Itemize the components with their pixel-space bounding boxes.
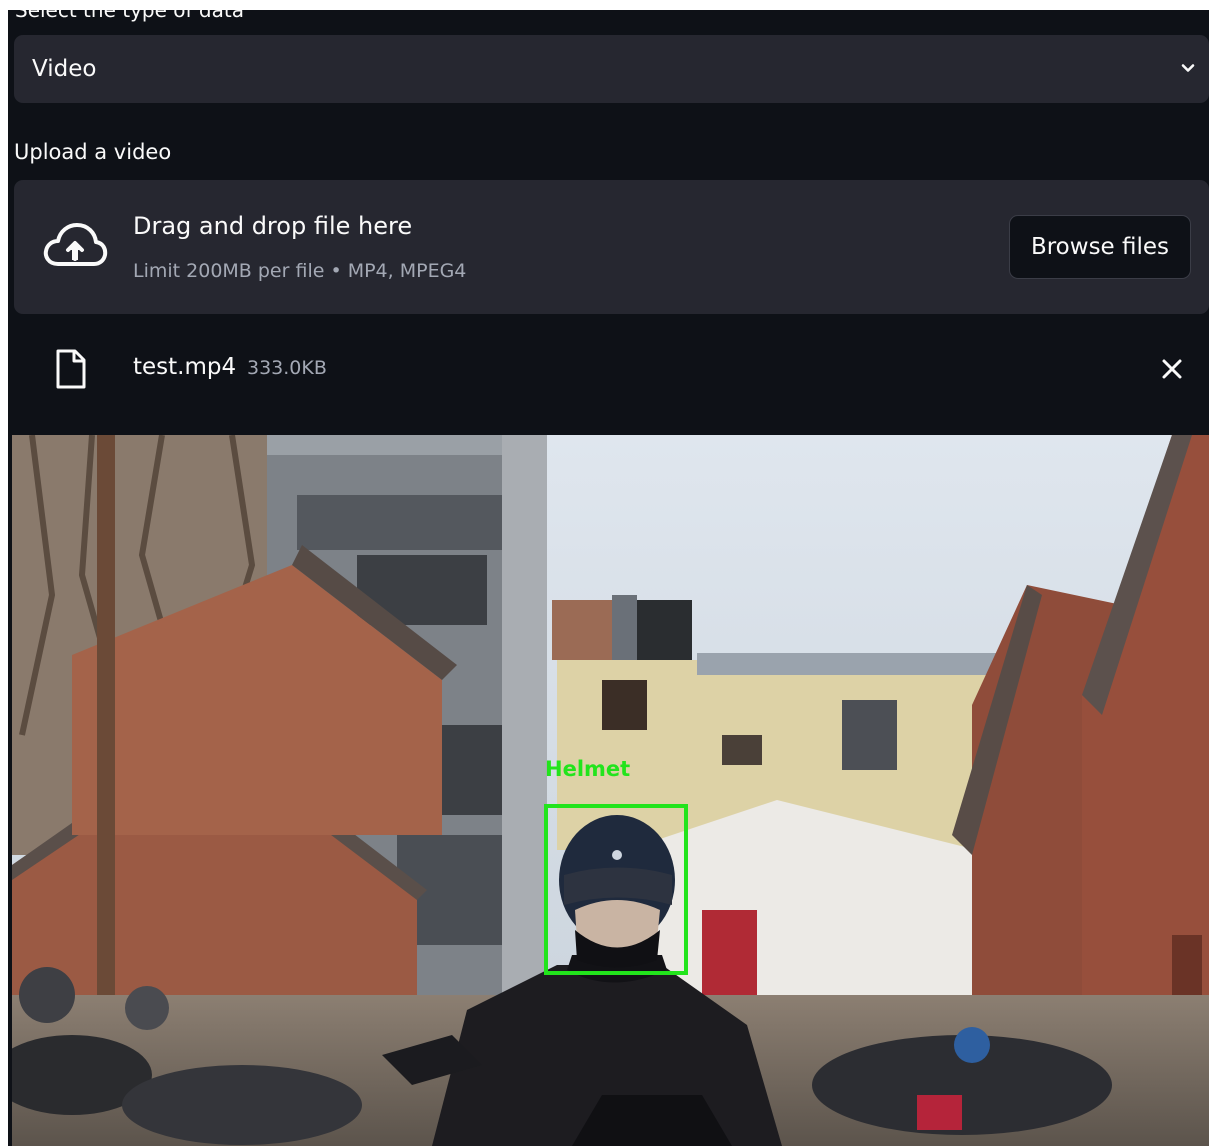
video-scene bbox=[12, 435, 1209, 1146]
dropzone-limit-text: Limit 200MB per file • MP4, MPEG4 bbox=[133, 260, 467, 282]
rooftop-tanks bbox=[552, 600, 622, 660]
cloud-upload-icon bbox=[43, 223, 108, 266]
data-type-select-value: Video bbox=[32, 56, 97, 82]
upload-video-label: Upload a video bbox=[14, 140, 172, 164]
utility-pole bbox=[97, 435, 115, 1055]
file-name: test.mp4 bbox=[133, 354, 237, 380]
file-dropzone[interactable]: Drag and drop file here Limit 200MB per … bbox=[14, 180, 1209, 314]
dropzone-title: Drag and drop file here bbox=[133, 212, 413, 240]
remove-file-button[interactable] bbox=[1157, 354, 1187, 384]
file-size: 333.0KB bbox=[247, 357, 327, 379]
browse-files-button[interactable]: Browse files bbox=[1009, 215, 1191, 279]
video-frame[interactable]: Helmet bbox=[12, 435, 1209, 1146]
data-type-select[interactable]: Video bbox=[14, 35, 1209, 103]
file-icon bbox=[56, 349, 86, 389]
detection-label: Helmet bbox=[545, 757, 631, 781]
close-icon bbox=[1162, 359, 1182, 379]
app-container: Select the type of data Video Upload a v… bbox=[8, 10, 1209, 1146]
chevron-down-icon bbox=[1181, 64, 1195, 72]
select-data-type-label: Select the type of data bbox=[15, 10, 244, 22]
uploaded-file-row: test.mp4 333.0KB bbox=[14, 338, 1209, 398]
